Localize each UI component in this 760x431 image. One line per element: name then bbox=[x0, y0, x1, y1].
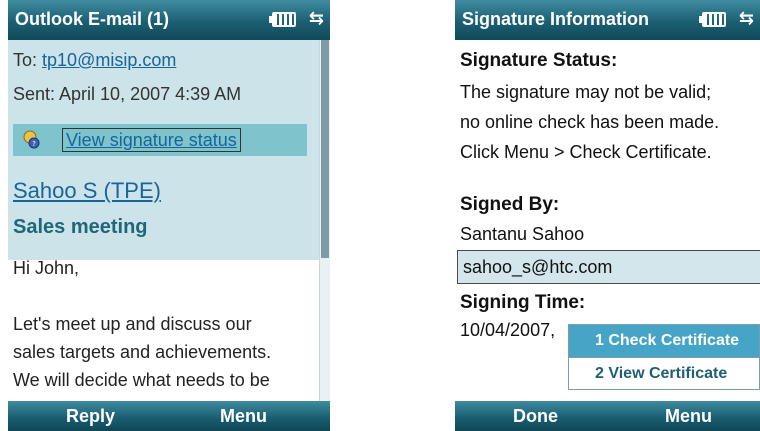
signature-status-label: Signature Status: bbox=[460, 50, 618, 71]
body-line: Let's meet up and discuss our bbox=[13, 314, 252, 334]
status-line: The signature may not be valid; bbox=[460, 82, 712, 102]
menu-item-view-certificate[interactable]: 2 View Certificate bbox=[569, 358, 759, 390]
softkey-bar: Reply Menu bbox=[8, 401, 330, 431]
signature-information-screen: Signature Information ⇆ Signature Status… bbox=[455, 0, 760, 431]
menu-item-label: 1 Check Certificate bbox=[595, 332, 740, 349]
status-line: no online check has been made. bbox=[460, 112, 720, 132]
certificate-icon: ? bbox=[23, 130, 40, 149]
connectivity-icon: ⇆ bbox=[308, 8, 324, 28]
title-bar: Outlook E-mail (1) ⇆ bbox=[8, 0, 330, 40]
menu-item-label: 2 View Certificate bbox=[595, 365, 728, 382]
to-line: To: tp10@misip.com bbox=[13, 50, 176, 71]
window-title: Signature Information bbox=[462, 9, 650, 29]
softkey-bar: Done Menu bbox=[455, 401, 760, 431]
menu-popup: 1 Check Certificate 2 View Certificate bbox=[568, 324, 760, 390]
scrollbar-thumb[interactable] bbox=[321, 40, 329, 258]
done-softkey[interactable]: Done bbox=[513, 406, 558, 427]
outlook-email-screen: Outlook E-mail (1) ⇆ To: tp10@misip.com … bbox=[8, 0, 330, 431]
to-address-link[interactable]: tp10@misip.com bbox=[42, 50, 176, 70]
menu-softkey[interactable]: Menu bbox=[665, 406, 712, 427]
menu-item-check-certificate[interactable]: 1 Check Certificate bbox=[569, 325, 759, 357]
title-bar: Signature Information ⇆ bbox=[455, 0, 760, 40]
window-title: Outlook E-mail (1) bbox=[15, 9, 170, 29]
status-line: Click Menu > Check Certificate. bbox=[460, 142, 712, 162]
signed-by-label: Signed By: bbox=[460, 194, 560, 215]
sender-link[interactable]: Sahoo S (TPE) bbox=[13, 178, 161, 204]
signed-by-email-row[interactable]: sahoo_s@htc.com bbox=[457, 250, 760, 284]
battery-icon bbox=[269, 12, 296, 27]
menu-softkey[interactable]: Menu bbox=[220, 406, 267, 427]
body-line: sales targets and achievements. bbox=[13, 342, 272, 362]
battery-icon bbox=[699, 12, 726, 27]
to-label: To: bbox=[13, 50, 38, 70]
subject-line: Sales meeting bbox=[13, 216, 148, 238]
scrollbar[interactable] bbox=[319, 40, 330, 401]
view-signature-status-link[interactable]: View signature status bbox=[62, 128, 241, 152]
connectivity-icon: ⇆ bbox=[738, 8, 754, 28]
signing-time-label: Signing Time: bbox=[460, 292, 586, 313]
signing-time-value: 10/04/2007, bbox=[460, 320, 556, 340]
reply-softkey[interactable]: Reply bbox=[66, 406, 115, 427]
signed-by-name: Santanu Sahoo bbox=[460, 224, 585, 244]
sent-line: Sent: April 10, 2007 4:39 AM bbox=[13, 84, 242, 104]
svg-text:?: ? bbox=[32, 140, 36, 148]
signature-status-row[interactable]: ? View signature status bbox=[13, 124, 307, 156]
body-line: Hi John, bbox=[13, 258, 80, 278]
body-line: We will decide what needs to be bbox=[13, 370, 270, 390]
signed-by-email: sahoo_s@htc.com bbox=[463, 257, 613, 277]
